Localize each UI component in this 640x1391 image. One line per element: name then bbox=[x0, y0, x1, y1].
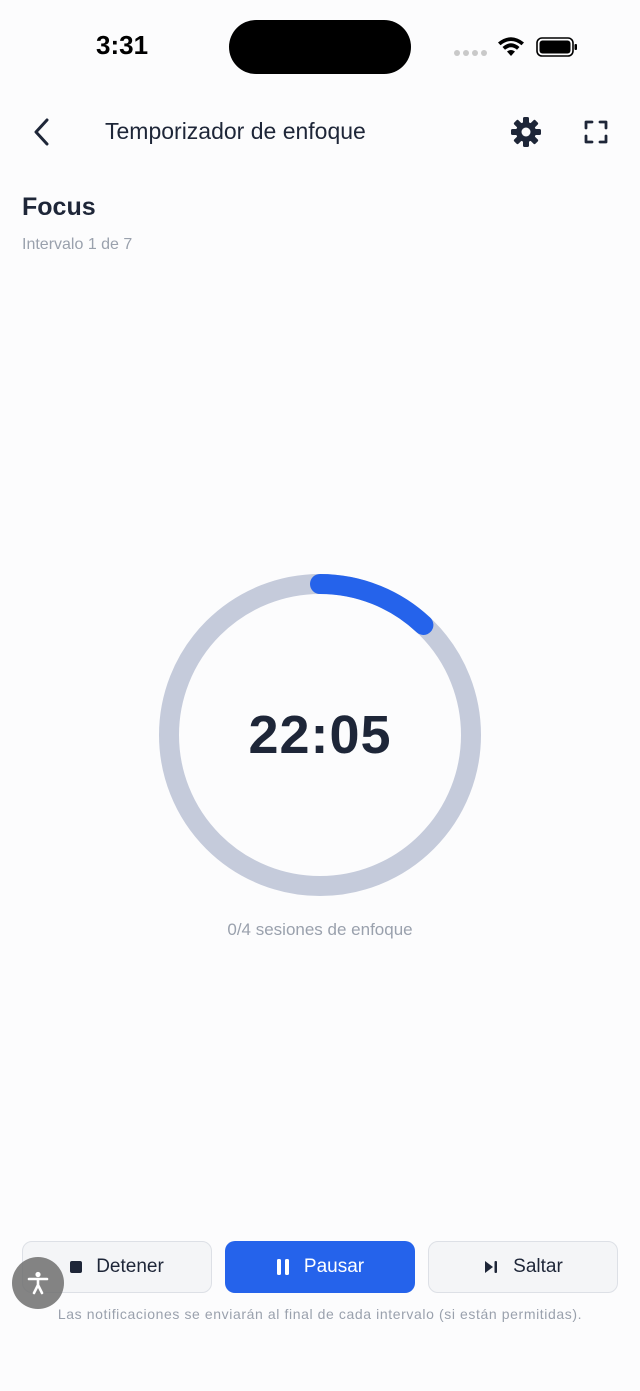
notification-notice: Las notificaciones se enviarán al final … bbox=[57, 1306, 583, 1322]
stop-button-label: Detener bbox=[96, 1256, 164, 1277]
interval-name: Focus bbox=[22, 193, 96, 221]
gear-icon bbox=[511, 117, 541, 147]
skip-button-label: Saltar bbox=[513, 1256, 563, 1277]
accessibility-button[interactable] bbox=[12, 1257, 64, 1309]
app-header: Temporizador de enfoque bbox=[0, 100, 640, 164]
timer-controls: Detener Pausar Saltar bbox=[22, 1241, 618, 1295]
page-title: Temporizador de enfoque bbox=[105, 118, 366, 144]
cellular-signal-icon bbox=[454, 50, 488, 56]
battery-icon bbox=[536, 37, 577, 57]
pause-button[interactable]: Pausar bbox=[225, 1241, 415, 1293]
fullscreen-button[interactable] bbox=[576, 112, 616, 152]
pause-button-label: Pausar bbox=[303, 1256, 365, 1277]
skip-button[interactable]: Saltar bbox=[428, 1241, 618, 1293]
chevron-left-icon bbox=[34, 118, 49, 146]
status-bar: 3:31 bbox=[0, 0, 640, 96]
dynamic-island bbox=[229, 20, 411, 74]
wifi-icon bbox=[498, 37, 524, 56]
skip-icon bbox=[485, 1261, 498, 1273]
sessions-counter: 0/4 sesiones de enfoque bbox=[227, 920, 413, 939]
pause-icon bbox=[276, 1259, 289, 1275]
settings-button[interactable] bbox=[506, 112, 546, 152]
fullscreen-icon bbox=[584, 120, 608, 144]
interval-counter: Intervalo 1 de 7 bbox=[22, 236, 133, 253]
status-time: 3:31 bbox=[96, 30, 149, 60]
accessibility-icon bbox=[27, 1271, 49, 1295]
back-button[interactable] bbox=[22, 110, 62, 154]
time-remaining: 22:05 bbox=[248, 705, 392, 765]
timer-ring: 22:05 bbox=[159, 574, 481, 896]
stop-icon bbox=[70, 1261, 83, 1273]
